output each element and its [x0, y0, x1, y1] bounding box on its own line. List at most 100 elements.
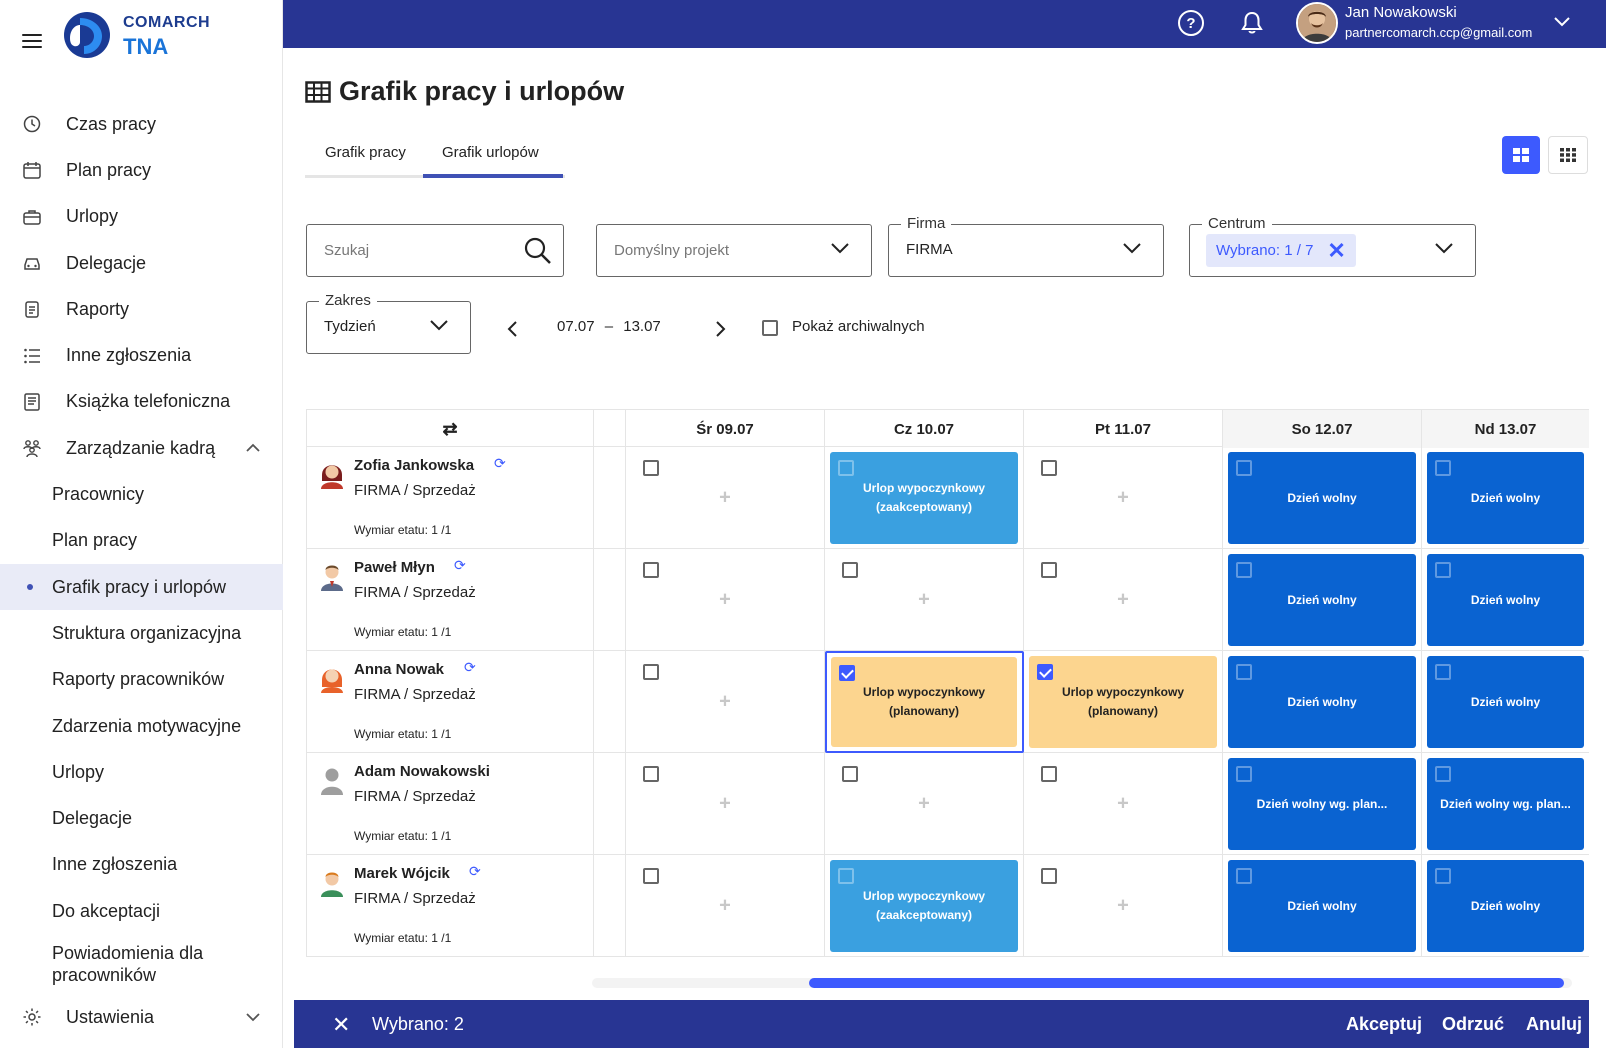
day-checkbox[interactable]	[1435, 460, 1451, 476]
sidebar-subitem-raporty-pracownikow[interactable]: Raporty pracowników	[0, 657, 283, 703]
day-cell[interactable]: Dzień wolny	[1223, 855, 1422, 957]
day-cell[interactable]: +	[1024, 855, 1223, 957]
menu-icon[interactable]	[22, 34, 42, 48]
day-cell[interactable]: Urlop wypoczynkowy (planowany)	[825, 651, 1024, 753]
employee-name[interactable]: Marek Wójcik	[354, 865, 450, 882]
sidebar-item-urlopy[interactable]: Urlopy	[0, 194, 283, 240]
day-cell[interactable]: Urlop wypoczynkowy (zaakceptowany)	[825, 855, 1024, 957]
day-cell[interactable]: +	[626, 447, 825, 549]
firma-select[interactable]: Firma FIRMA	[888, 215, 1164, 277]
absence-block[interactable]: Dzień wolny	[1228, 452, 1416, 544]
day-checkbox[interactable]	[842, 562, 858, 578]
day-cell[interactable]: +	[626, 549, 825, 651]
chevron-down-icon[interactable]	[1553, 14, 1571, 32]
employee-name[interactable]: Adam Nowakowski	[354, 763, 490, 780]
day-checkbox[interactable]	[643, 766, 659, 782]
day-cell[interactable]: Dzień wolny	[1223, 651, 1422, 753]
day-cell[interactable]: Dzień wolny	[1422, 651, 1589, 753]
day-cell[interactable]: +	[825, 753, 1024, 855]
reject-button[interactable]: Odrzuć	[1442, 1014, 1504, 1035]
day-checkbox[interactable]	[643, 664, 659, 680]
day-cell[interactable]: +	[825, 549, 1024, 651]
cancel-button[interactable]: Anuluj	[1526, 1014, 1582, 1035]
tab-grafik-urlopow[interactable]: Grafik urlopów	[442, 144, 539, 161]
sidebar-item-raporty[interactable]: Raporty	[0, 286, 283, 332]
day-checkbox[interactable]	[1435, 562, 1451, 578]
chevron-right-icon[interactable]	[712, 319, 728, 339]
absence-block[interactable]: Urlop wypoczynkowy (planowany)	[831, 657, 1017, 747]
close-icon[interactable]: ✕	[332, 1012, 350, 1038]
sidebar-item-delegacje[interactable]: Delegacje	[0, 240, 283, 286]
day-checkbox[interactable]	[1037, 664, 1053, 680]
day-checkbox[interactable]	[643, 562, 659, 578]
user-avatar[interactable]	[1296, 2, 1338, 44]
sidebar-item-ksiazka-telefoniczna[interactable]: Książka telefoniczna	[0, 379, 283, 425]
horizontal-scrollbar[interactable]	[592, 978, 1572, 988]
absence-block[interactable]: Urlop wypoczynkowy (planowany)	[1029, 656, 1217, 748]
sidebar-subitem-zdarzenia-motywacyjne[interactable]: Zdarzenia motywacyjne	[0, 703, 283, 749]
day-cell[interactable]: Dzień wolny	[1223, 549, 1422, 651]
day-checkbox[interactable]	[1236, 868, 1252, 884]
search-input[interactable]: Szukaj	[306, 224, 564, 277]
swap-column-header[interactable]: ⇄	[306, 410, 594, 448]
absence-block[interactable]: Dzień wolny wg. plan...	[1228, 758, 1416, 850]
day-cell[interactable]: Dzień wolny	[1422, 855, 1589, 957]
absence-block[interactable]: Dzień wolny	[1228, 554, 1416, 646]
sidebar-subitem-struktura-organizacyjna[interactable]: Struktura organizacyjna	[0, 610, 283, 656]
zakres-select[interactable]: Zakres Tydzień	[306, 292, 471, 354]
day-cell[interactable]: +	[1024, 753, 1223, 855]
sidebar-subitem-pracownicy[interactable]: Pracownicy	[0, 471, 283, 517]
add-icon[interactable]: +	[719, 487, 731, 510]
day-checkbox[interactable]	[1236, 664, 1252, 680]
absence-block[interactable]: Dzień wolny	[1427, 860, 1584, 952]
sidebar-item-zarzadzanie-kadra[interactable]: Zarządzanie kadrą	[0, 425, 283, 471]
add-icon[interactable]: +	[719, 793, 731, 816]
add-icon[interactable]: +	[918, 793, 930, 816]
accept-button[interactable]: Akceptuj	[1346, 1014, 1422, 1035]
absence-block[interactable]: Dzień wolny	[1228, 656, 1416, 748]
add-icon[interactable]: +	[719, 691, 731, 714]
centrum-chip[interactable]: Wybrano: 1 / 7 ✕	[1206, 234, 1356, 267]
help-circle-icon[interactable]: ?	[1178, 10, 1204, 36]
employee-name[interactable]: Paweł Młyn	[354, 559, 435, 576]
swap-icon[interactable]: ⇄	[442, 419, 457, 440]
add-icon[interactable]: +	[1117, 895, 1129, 918]
absence-block[interactable]: Dzień wolny	[1427, 656, 1584, 748]
day-cell[interactable]: +	[1024, 549, 1223, 651]
day-checkbox[interactable]	[643, 460, 659, 476]
day-checkbox[interactable]	[1041, 460, 1057, 476]
absence-block[interactable]: Dzień wolny	[1427, 452, 1584, 544]
day-checkbox[interactable]	[1236, 460, 1252, 476]
sidebar-subitem-plan-pracy[interactable]: Plan pracy	[0, 518, 283, 564]
day-checkbox[interactable]	[1435, 868, 1451, 884]
day-cell[interactable]: +	[626, 855, 825, 957]
day-cell[interactable]: Dzień wolny wg. plan...	[1422, 753, 1589, 855]
bell-icon[interactable]	[1239, 10, 1265, 36]
employee-name[interactable]: Anna Nowak	[354, 661, 444, 678]
day-checkbox[interactable]	[1236, 766, 1252, 782]
absence-block[interactable]: Urlop wypoczynkowy (zaakceptowany)	[830, 860, 1018, 952]
sidebar-subitem-urlopy[interactable]: Urlopy	[0, 749, 283, 795]
add-icon[interactable]: +	[719, 589, 731, 612]
sidebar-subitem-inne-zgloszenia[interactable]: Inne zgłoszenia	[0, 842, 283, 888]
day-cell[interactable]: Dzień wolny	[1223, 447, 1422, 549]
scrollbar-thumb[interactable]	[809, 978, 1564, 988]
absence-block[interactable]: Urlop wypoczynkowy (zaakceptowany)	[830, 452, 1018, 544]
day-checkbox[interactable]	[839, 665, 855, 681]
absence-block[interactable]: Dzień wolny	[1427, 554, 1584, 646]
add-icon[interactable]: +	[719, 895, 731, 918]
view-toggle-grid[interactable]	[1548, 136, 1588, 174]
day-cell[interactable]: +	[1024, 447, 1223, 549]
day-cell[interactable]: +	[626, 651, 825, 753]
sidebar-subitem-grafik-pracy-i-urlopow[interactable]: Grafik pracy i urlopów	[0, 563, 283, 611]
centrum-select[interactable]: Centrum Wybrano: 1 / 7 ✕	[1189, 215, 1476, 277]
view-toggle-cards[interactable]	[1502, 136, 1540, 174]
sidebar-subitem-do-akceptacji[interactable]: Do akceptacji	[0, 888, 283, 934]
day-cell[interactable]: Dzień wolny	[1422, 447, 1589, 549]
day-checkbox[interactable]	[1041, 766, 1057, 782]
day-checkbox[interactable]	[643, 868, 659, 884]
day-checkbox[interactable]	[1041, 868, 1057, 884]
tab-grafik-pracy[interactable]: Grafik pracy	[325, 144, 406, 161]
add-icon[interactable]: +	[1117, 793, 1129, 816]
absence-block[interactable]: Dzień wolny	[1228, 860, 1416, 952]
